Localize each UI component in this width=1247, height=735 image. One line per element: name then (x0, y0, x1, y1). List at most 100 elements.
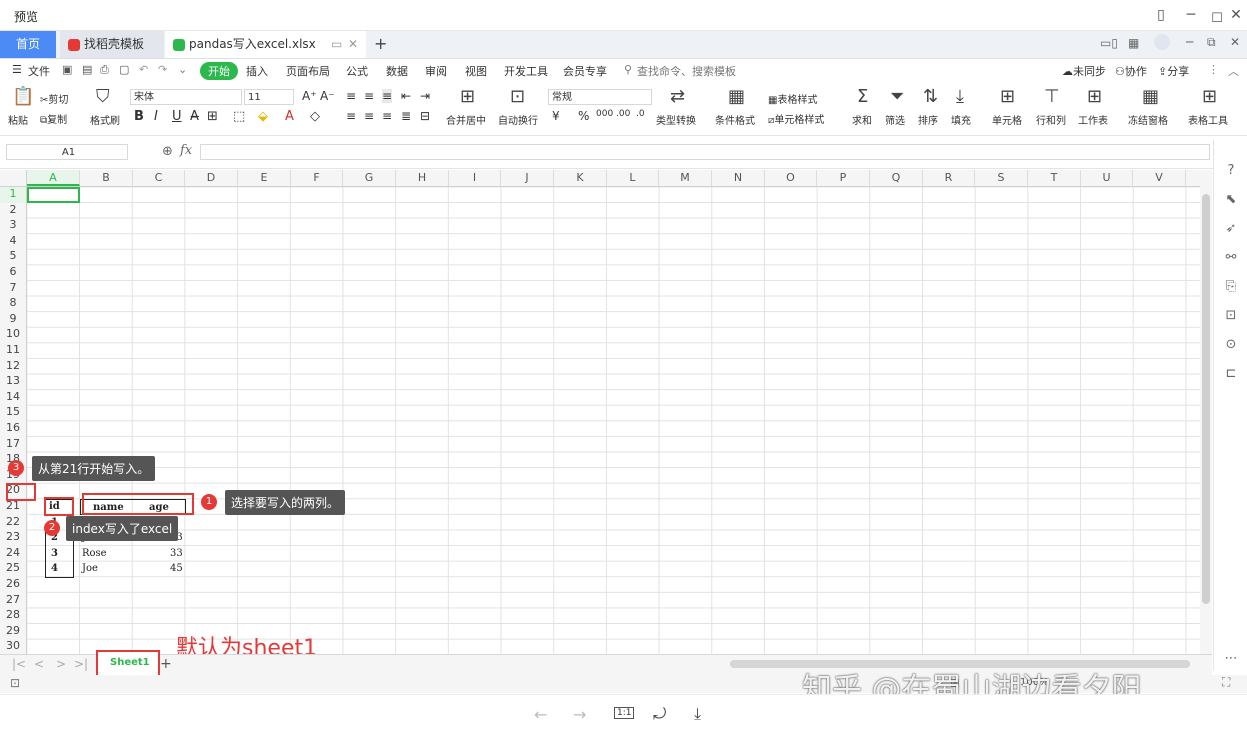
tab-template[interactable]: 找稻壳模板 (60, 31, 164, 58)
justify-icon[interactable]: ≣ (401, 109, 411, 123)
sort-button[interactable]: 排序 (918, 112, 938, 127)
wrap-icon[interactable]: ⊡ (510, 88, 525, 106)
tab-pin-icon[interactable]: ▭ (331, 31, 342, 58)
avatar[interactable] (1154, 34, 1170, 50)
menu-formula[interactable]: 公式 (346, 63, 368, 79)
col-header-P[interactable]: P (817, 170, 870, 186)
menu-file[interactable]: 文件 (28, 63, 50, 79)
col-header-N[interactable]: N (712, 170, 765, 186)
pointer-icon[interactable]: ⬉ (1222, 191, 1240, 209)
row-header-5[interactable]: 5 (0, 249, 26, 265)
row-header-24[interactable]: 24 (0, 546, 26, 562)
cell-icon[interactable]: ⊞ (1000, 88, 1015, 106)
row-header-3[interactable]: 3 (0, 218, 26, 234)
align-center-icon[interactable]: ≡ (364, 109, 374, 123)
fill-icon[interactable]: ⤓ (956, 88, 964, 106)
merge-center-button[interactable]: 合并居中 (446, 112, 486, 127)
actual-size-icon[interactable]: 1:1 (614, 707, 635, 719)
conditional-format-icon[interactable]: ▦ (728, 88, 745, 106)
worksheet-button[interactable]: 工作表 (1078, 112, 1108, 127)
menu-start[interactable]: 开始 (200, 62, 238, 80)
tab-document[interactable]: pandas写入excel.xlsx ▭ ✕ (165, 31, 366, 58)
underline-icon[interactable]: U (172, 109, 182, 124)
indent-decrease-icon[interactable]: ⇤ (401, 89, 411, 103)
distribute-icon[interactable]: ⊟ (420, 109, 430, 123)
row-header-25[interactable]: 25 (0, 561, 26, 577)
clipboard-icon[interactable]: ⎘ (1222, 278, 1240, 296)
col-header-D[interactable]: D (185, 170, 238, 186)
row-header-16[interactable]: 16 (0, 421, 26, 437)
menu-icon[interactable]: ☰ (12, 63, 22, 76)
redo-icon[interactable]: ↷ (158, 63, 167, 76)
row-header-27[interactable]: 27 (0, 593, 26, 609)
fx-icon[interactable]: fx (180, 143, 192, 158)
minimize-button[interactable]: ─ (1180, 4, 1202, 26)
cell-button[interactable]: 单元格 (992, 112, 1022, 127)
menu-dev-tools[interactable]: 开发工具 (504, 63, 548, 79)
col-header-A[interactable]: A (27, 170, 80, 186)
col-header-C[interactable]: C (133, 170, 185, 186)
indent-increase-icon[interactable]: ⇥ (420, 89, 430, 103)
collapse-ribbon-icon[interactable]: ︿ (1228, 63, 1239, 79)
select-all-corner[interactable] (0, 170, 27, 186)
row-col-icon[interactable]: ⊤ (1044, 88, 1060, 106)
currency-icon[interactable]: ¥ (552, 109, 560, 123)
cut-button[interactable]: ✂剪切 (40, 91, 68, 106)
col-header-E[interactable]: E (238, 170, 291, 186)
more-icon[interactable]: ⋮ (1208, 63, 1219, 76)
row-header-10[interactable]: 10 (0, 327, 26, 343)
italic-icon[interactable]: I (154, 109, 158, 124)
col-header-V[interactable]: V (1133, 170, 1186, 186)
sort-icon[interactable]: ⇅ (923, 88, 938, 106)
cell-fill-icon[interactable]: ⬚ (233, 109, 245, 124)
undo-icon[interactable]: ↶ (139, 63, 148, 76)
export-icon[interactable]: ▤ (82, 63, 92, 76)
col-header-F[interactable]: F (291, 170, 343, 186)
row-header-21[interactable]: 21 (0, 499, 26, 515)
preview-icon[interactable]: ▢ (119, 63, 129, 76)
col-header-Q[interactable]: Q (870, 170, 923, 186)
menu-review[interactable]: 审阅 (425, 63, 447, 79)
new-tab-button[interactable]: + (374, 34, 387, 53)
formula-input[interactable] (200, 144, 1210, 160)
fill-button[interactable]: 填充 (951, 112, 971, 127)
tab-close-window-icon[interactable]: ✕ (1230, 35, 1240, 49)
next-icon[interactable]: → (573, 705, 586, 724)
wrap-text-button[interactable]: 自动换行 (498, 112, 538, 127)
rotate-icon[interactable]: ⤾ (653, 704, 666, 724)
clear-icon[interactable]: ◇ (310, 109, 320, 124)
download-icon[interactable]: ⤓ (694, 704, 701, 724)
row-header-14[interactable]: 14 (0, 390, 26, 406)
row-header-30[interactable]: 30 (0, 639, 26, 655)
row-header-17[interactable]: 17 (0, 437, 26, 453)
row-header-8[interactable]: 8 (0, 296, 26, 312)
tab-restore-icon[interactable]: ⧉ (1207, 35, 1216, 50)
layout-icon[interactable]: ▭▯ (1100, 36, 1118, 50)
col-header-H[interactable]: H (396, 170, 449, 186)
row-header-13[interactable]: 13 (0, 374, 26, 390)
worksheet-icon[interactable]: ⊞ (1087, 88, 1102, 106)
vertical-scrollbar[interactable] (1200, 170, 1212, 654)
number-format-select[interactable]: 常规 (548, 89, 652, 105)
conditional-format-button[interactable]: 条件格式 (715, 112, 755, 127)
tab-close-icon[interactable]: ✕ (348, 31, 358, 58)
cell-style-button[interactable]: ⧄单元格样式 (768, 111, 824, 126)
table-tools-button[interactable]: 表格工具 (1188, 112, 1228, 127)
col-header-S[interactable]: S (975, 170, 1028, 186)
location-icon[interactable]: ⊙ (1222, 336, 1240, 354)
merge-icon[interactable]: ⊞ (460, 88, 475, 106)
grid-view-icon[interactable]: ▦ (1128, 36, 1139, 50)
sum-icon[interactable]: Σ (857, 88, 868, 106)
row-header-2[interactable]: 2 (0, 203, 26, 219)
col-header-G[interactable]: G (343, 170, 396, 186)
row-header-6[interactable]: 6 (0, 265, 26, 281)
col-header-L[interactable]: L (607, 170, 659, 186)
row-header-11[interactable]: 11 (0, 343, 26, 359)
sync-status[interactable]: ☁未同步 (1062, 63, 1106, 79)
first-sheet-icon[interactable]: |< (12, 657, 26, 671)
font-color-icon[interactable]: A (285, 109, 294, 124)
col-header-I[interactable]: I (449, 170, 501, 186)
menu-insert[interactable]: 插入 (246, 63, 268, 79)
tab-home[interactable]: 首页 (0, 31, 56, 58)
format-painter-icon[interactable]: ⛉ (96, 88, 110, 106)
